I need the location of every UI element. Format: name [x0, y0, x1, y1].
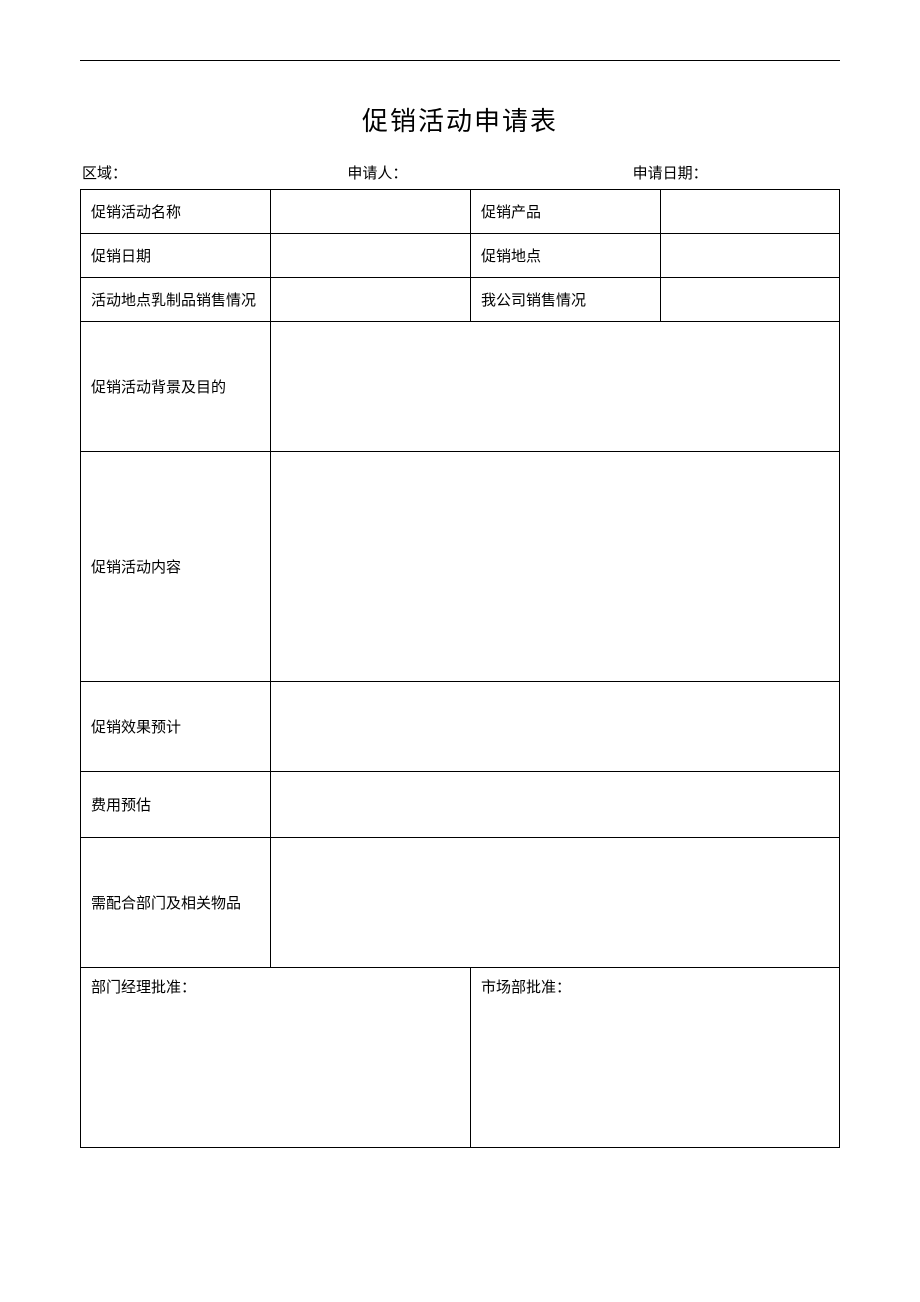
coop-label: 需配合部门及相关物品: [81, 838, 271, 968]
location-label: 促销地点: [471, 234, 661, 278]
market-approve-label: 市场部批准：: [481, 980, 571, 996]
activity-name-label: 促销活动名称: [81, 190, 271, 234]
dairy-sales-label: 活动地点乳制品销售情况: [81, 278, 271, 322]
apply-date-label: 申请日期：: [633, 166, 708, 182]
applicant-label: 申请人：: [347, 166, 407, 182]
application-table: 促销活动名称 促销产品 促销日期 促销地点 活动地点乳制品销售情况 我公司销售情…: [80, 189, 840, 1148]
cost-value: [271, 772, 840, 838]
date-value: [271, 234, 471, 278]
product-value: [661, 190, 840, 234]
background-label: 促销活动背景及目的: [81, 322, 271, 452]
region-label: 区域：: [82, 166, 127, 182]
content-label: 促销活动内容: [81, 452, 271, 682]
effect-value: [271, 682, 840, 772]
dept-approve-cell: 部门经理批准：: [81, 968, 471, 1148]
dept-approve-label: 部门经理批准：: [91, 980, 196, 996]
location-value: [661, 234, 840, 278]
product-label: 促销产品: [471, 190, 661, 234]
company-sales-label: 我公司销售情况: [471, 278, 661, 322]
region-field: 区域：: [82, 162, 287, 183]
content-value: [271, 452, 840, 682]
cost-label: 费用预估: [81, 772, 271, 838]
applicant-field: 申请人：: [287, 162, 552, 183]
background-value: [271, 322, 840, 452]
market-approve-cell: 市场部批准：: [471, 968, 840, 1148]
company-sales-value: [661, 278, 840, 322]
page-top-rule: [80, 60, 840, 61]
effect-label: 促销效果预计: [81, 682, 271, 772]
form-header-row: 区域： 申请人： 申请日期：: [80, 162, 840, 183]
activity-name-value: [271, 190, 471, 234]
form-title: 促销活动申请表: [80, 101, 840, 138]
coop-value: [271, 838, 840, 968]
apply-date-field: 申请日期：: [553, 162, 838, 183]
date-label: 促销日期: [81, 234, 271, 278]
dairy-sales-value: [271, 278, 471, 322]
